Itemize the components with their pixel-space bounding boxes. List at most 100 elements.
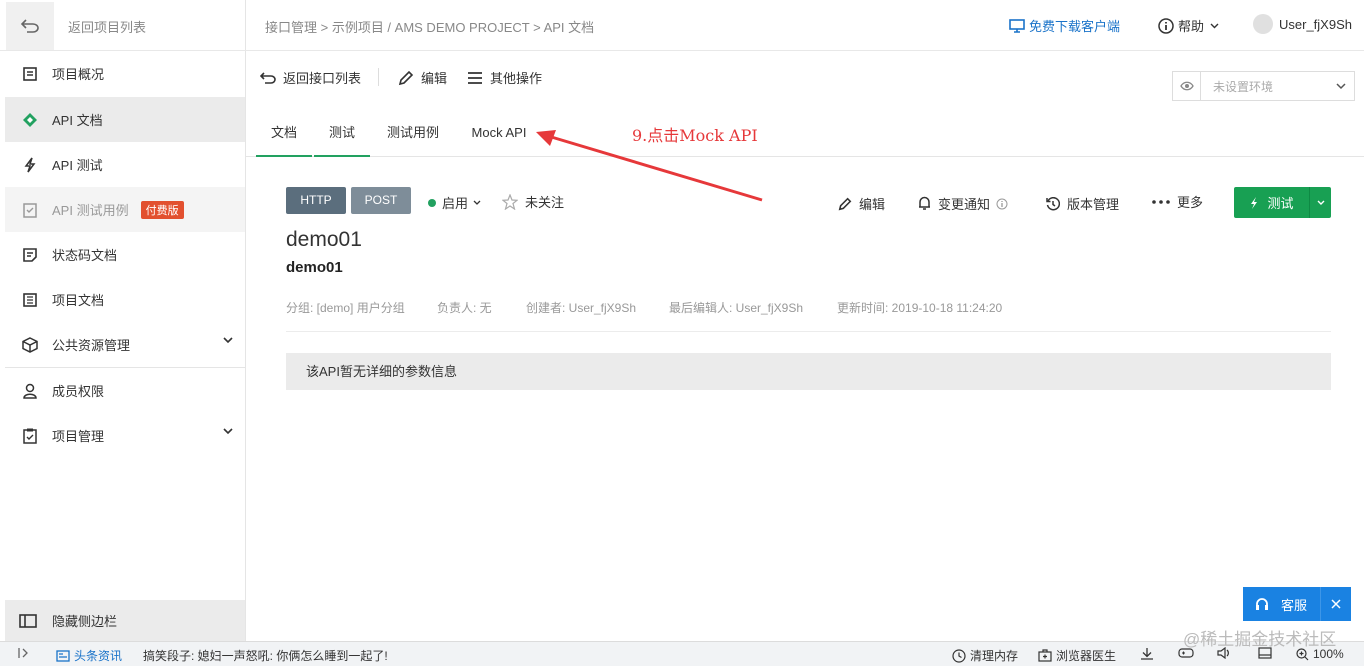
sidebar-item-overview[interactable]: 项目概况 xyxy=(5,51,245,96)
back-to-api-list-button[interactable]: 返回接口列表 xyxy=(260,68,361,87)
chevron-down-icon xyxy=(1336,82,1346,90)
sidebar-item-label: 项目文档 xyxy=(52,293,105,308)
top-header: 接口管理 > 示例项目 / AMS DEMO PROJECT > API 文档 … xyxy=(246,0,1364,51)
test-api-label: 测试 xyxy=(1267,196,1294,211)
status-dot xyxy=(428,198,436,207)
user-menu[interactable]: User_fjX9Sh xyxy=(1253,14,1352,34)
environment-select[interactable]: 未设置环境 xyxy=(1172,71,1355,101)
news-label: 头条资讯 xyxy=(74,649,123,663)
sidebar-item-label: API 测试用例 xyxy=(52,203,129,218)
sidebar-item-api-doc[interactable]: API 文档 xyxy=(5,97,245,142)
project-doc-icon xyxy=(21,291,39,309)
sidebar-item-project-manage[interactable]: 项目管理 xyxy=(5,413,245,458)
sidebar-item-status-code[interactable]: 状态码文档 xyxy=(5,232,245,277)
sidebar-item-project-doc[interactable]: 项目文档 xyxy=(5,277,245,322)
sidebar-item-label: 成员权限 xyxy=(52,384,105,399)
tab-test[interactable]: 测试 xyxy=(314,112,370,157)
api-subtitle: demo01 xyxy=(286,259,343,276)
chevron-down-icon xyxy=(223,428,233,435)
news-icon xyxy=(56,649,70,662)
meta-updated-time: 更新时间: 2019-10-18 11:24:20 xyxy=(837,301,1003,315)
toolbar-divider xyxy=(378,68,379,86)
overview-icon xyxy=(21,65,39,83)
api-title: demo01 xyxy=(286,228,362,251)
customer-service-button[interactable]: 客服 xyxy=(1243,595,1320,614)
star-icon xyxy=(502,193,518,210)
lightning-icon xyxy=(21,156,39,174)
monitor-icon xyxy=(1009,18,1025,33)
download-client-label: 免费下载客户端 xyxy=(1029,19,1121,34)
sidebar-item-label: 公共资源管理 xyxy=(52,338,131,353)
download-icon[interactable] xyxy=(1140,647,1154,661)
help-menu[interactable]: 帮助 xyxy=(1158,16,1219,35)
annotation-label: 9.点击Mock API xyxy=(632,126,758,145)
return-arrow-icon xyxy=(260,71,276,84)
status-label: 启用 xyxy=(442,196,469,211)
watermark: @稀土掘金技术社区 xyxy=(1183,630,1337,649)
meta-owner: 负责人: 无 xyxy=(437,301,492,315)
back-to-projects-button[interactable] xyxy=(6,2,54,50)
meta-divider xyxy=(286,331,1331,332)
member-icon xyxy=(21,382,39,400)
chevron-down-icon xyxy=(223,337,233,344)
customer-service-widget[interactable]: 客服 xyxy=(1243,587,1351,621)
clean-memory-label: 清理内存 xyxy=(970,649,1019,663)
sidebar-item-label: API 文档 xyxy=(52,113,103,128)
close-button[interactable] xyxy=(1320,587,1351,621)
follow-label: 未关注 xyxy=(525,195,565,210)
clean-memory-button[interactable]: 清理内存 xyxy=(952,647,1018,664)
sidebar-item-label: 状态码文档 xyxy=(52,248,118,263)
edit-button[interactable]: 编辑 xyxy=(398,68,447,87)
hide-sidebar-button[interactable]: 隐藏侧边栏 xyxy=(5,600,245,641)
method-badge: POST xyxy=(351,187,411,214)
other-operations-button[interactable]: 其他操作 xyxy=(467,68,542,87)
avatar xyxy=(1253,14,1273,34)
more-actions-button[interactable]: 更多 xyxy=(1152,192,1203,211)
test-api-main[interactable]: 测试 xyxy=(1234,193,1309,212)
test-dropdown-toggle[interactable] xyxy=(1309,187,1331,218)
tab-doc[interactable]: 文档 xyxy=(256,112,312,157)
protocol-badge: HTTP xyxy=(286,187,346,214)
sidebar-item-api-test[interactable]: API 测试 xyxy=(5,142,245,187)
sidebar-item-members[interactable]: 成员权限 xyxy=(5,368,245,413)
version-manage-label: 版本管理 xyxy=(1067,197,1120,212)
test-api-button[interactable]: 测试 xyxy=(1234,187,1331,218)
pencil-icon xyxy=(398,70,414,85)
sidebar: 返回项目列表 项目概况 API 文档 API 测试 API 测试用例 付费版 状… xyxy=(0,0,246,641)
sidebar-expand-icon[interactable] xyxy=(18,647,30,659)
sidebar-item-public-resources[interactable]: 公共资源管理 xyxy=(5,322,245,367)
sidebar-item-label: API 测试 xyxy=(52,158,103,173)
version-manage-button[interactable]: 版本管理 xyxy=(1046,194,1119,213)
eye-icon xyxy=(1173,72,1201,100)
other-operations-label: 其他操作 xyxy=(490,71,543,86)
empty-params-message: 该API暂无详细的参数信息 xyxy=(286,353,1331,390)
download-client-link[interactable]: 免费下载客户端 xyxy=(1009,16,1120,35)
info-icon xyxy=(996,198,1008,209)
browser-doctor-label: 浏览器医生 xyxy=(1056,649,1117,663)
clipboard-icon xyxy=(21,427,39,445)
bell-icon xyxy=(919,196,930,210)
lightning-icon xyxy=(1251,196,1258,209)
change-notify-button[interactable]: 变更通知 xyxy=(918,194,1008,213)
chevron-down-icon xyxy=(1210,23,1219,28)
browser-doctor-button[interactable]: 浏览器医生 xyxy=(1038,647,1116,664)
tab-testcase[interactable]: 测试用例 xyxy=(380,112,446,157)
return-arrow-icon xyxy=(21,19,39,33)
tab-mock-api[interactable]: Mock API xyxy=(464,112,534,157)
back-to-projects-label[interactable]: 返回项目列表 xyxy=(68,17,146,36)
sidebar-item-api-testcase[interactable]: API 测试用例 付费版 xyxy=(5,187,245,232)
change-notify-label: 变更通知 xyxy=(938,197,991,212)
cube-icon xyxy=(21,336,39,354)
breadcrumb[interactable]: 接口管理 > 示例项目 / AMS DEMO PROJECT > API 文档 xyxy=(265,17,594,36)
meta-group: 分组: [demo] 用户分组 xyxy=(286,301,405,315)
news-headline[interactable]: 搞笑段子: 媳妇一声怒吼: 你俩怎么睡到一起了! xyxy=(143,647,388,664)
meta-creator: 创建者: User_fjX9Sh xyxy=(526,301,637,315)
news-link[interactable]: 头条资讯 xyxy=(56,647,122,664)
browser-status-bar: 头条资讯 搞笑段子: 媳妇一声怒吼: 你俩怎么睡到一起了! 清理内存 浏览器医生… xyxy=(0,641,1364,666)
hide-sidebar-label: 隐藏侧边栏 xyxy=(52,614,118,629)
follow-button[interactable]: 未关注 xyxy=(502,192,564,211)
api-edit-button[interactable]: 编辑 xyxy=(838,194,885,213)
close-icon xyxy=(1331,599,1341,609)
status-dropdown[interactable]: 启用 xyxy=(428,193,481,212)
pencil-icon xyxy=(838,197,852,210)
